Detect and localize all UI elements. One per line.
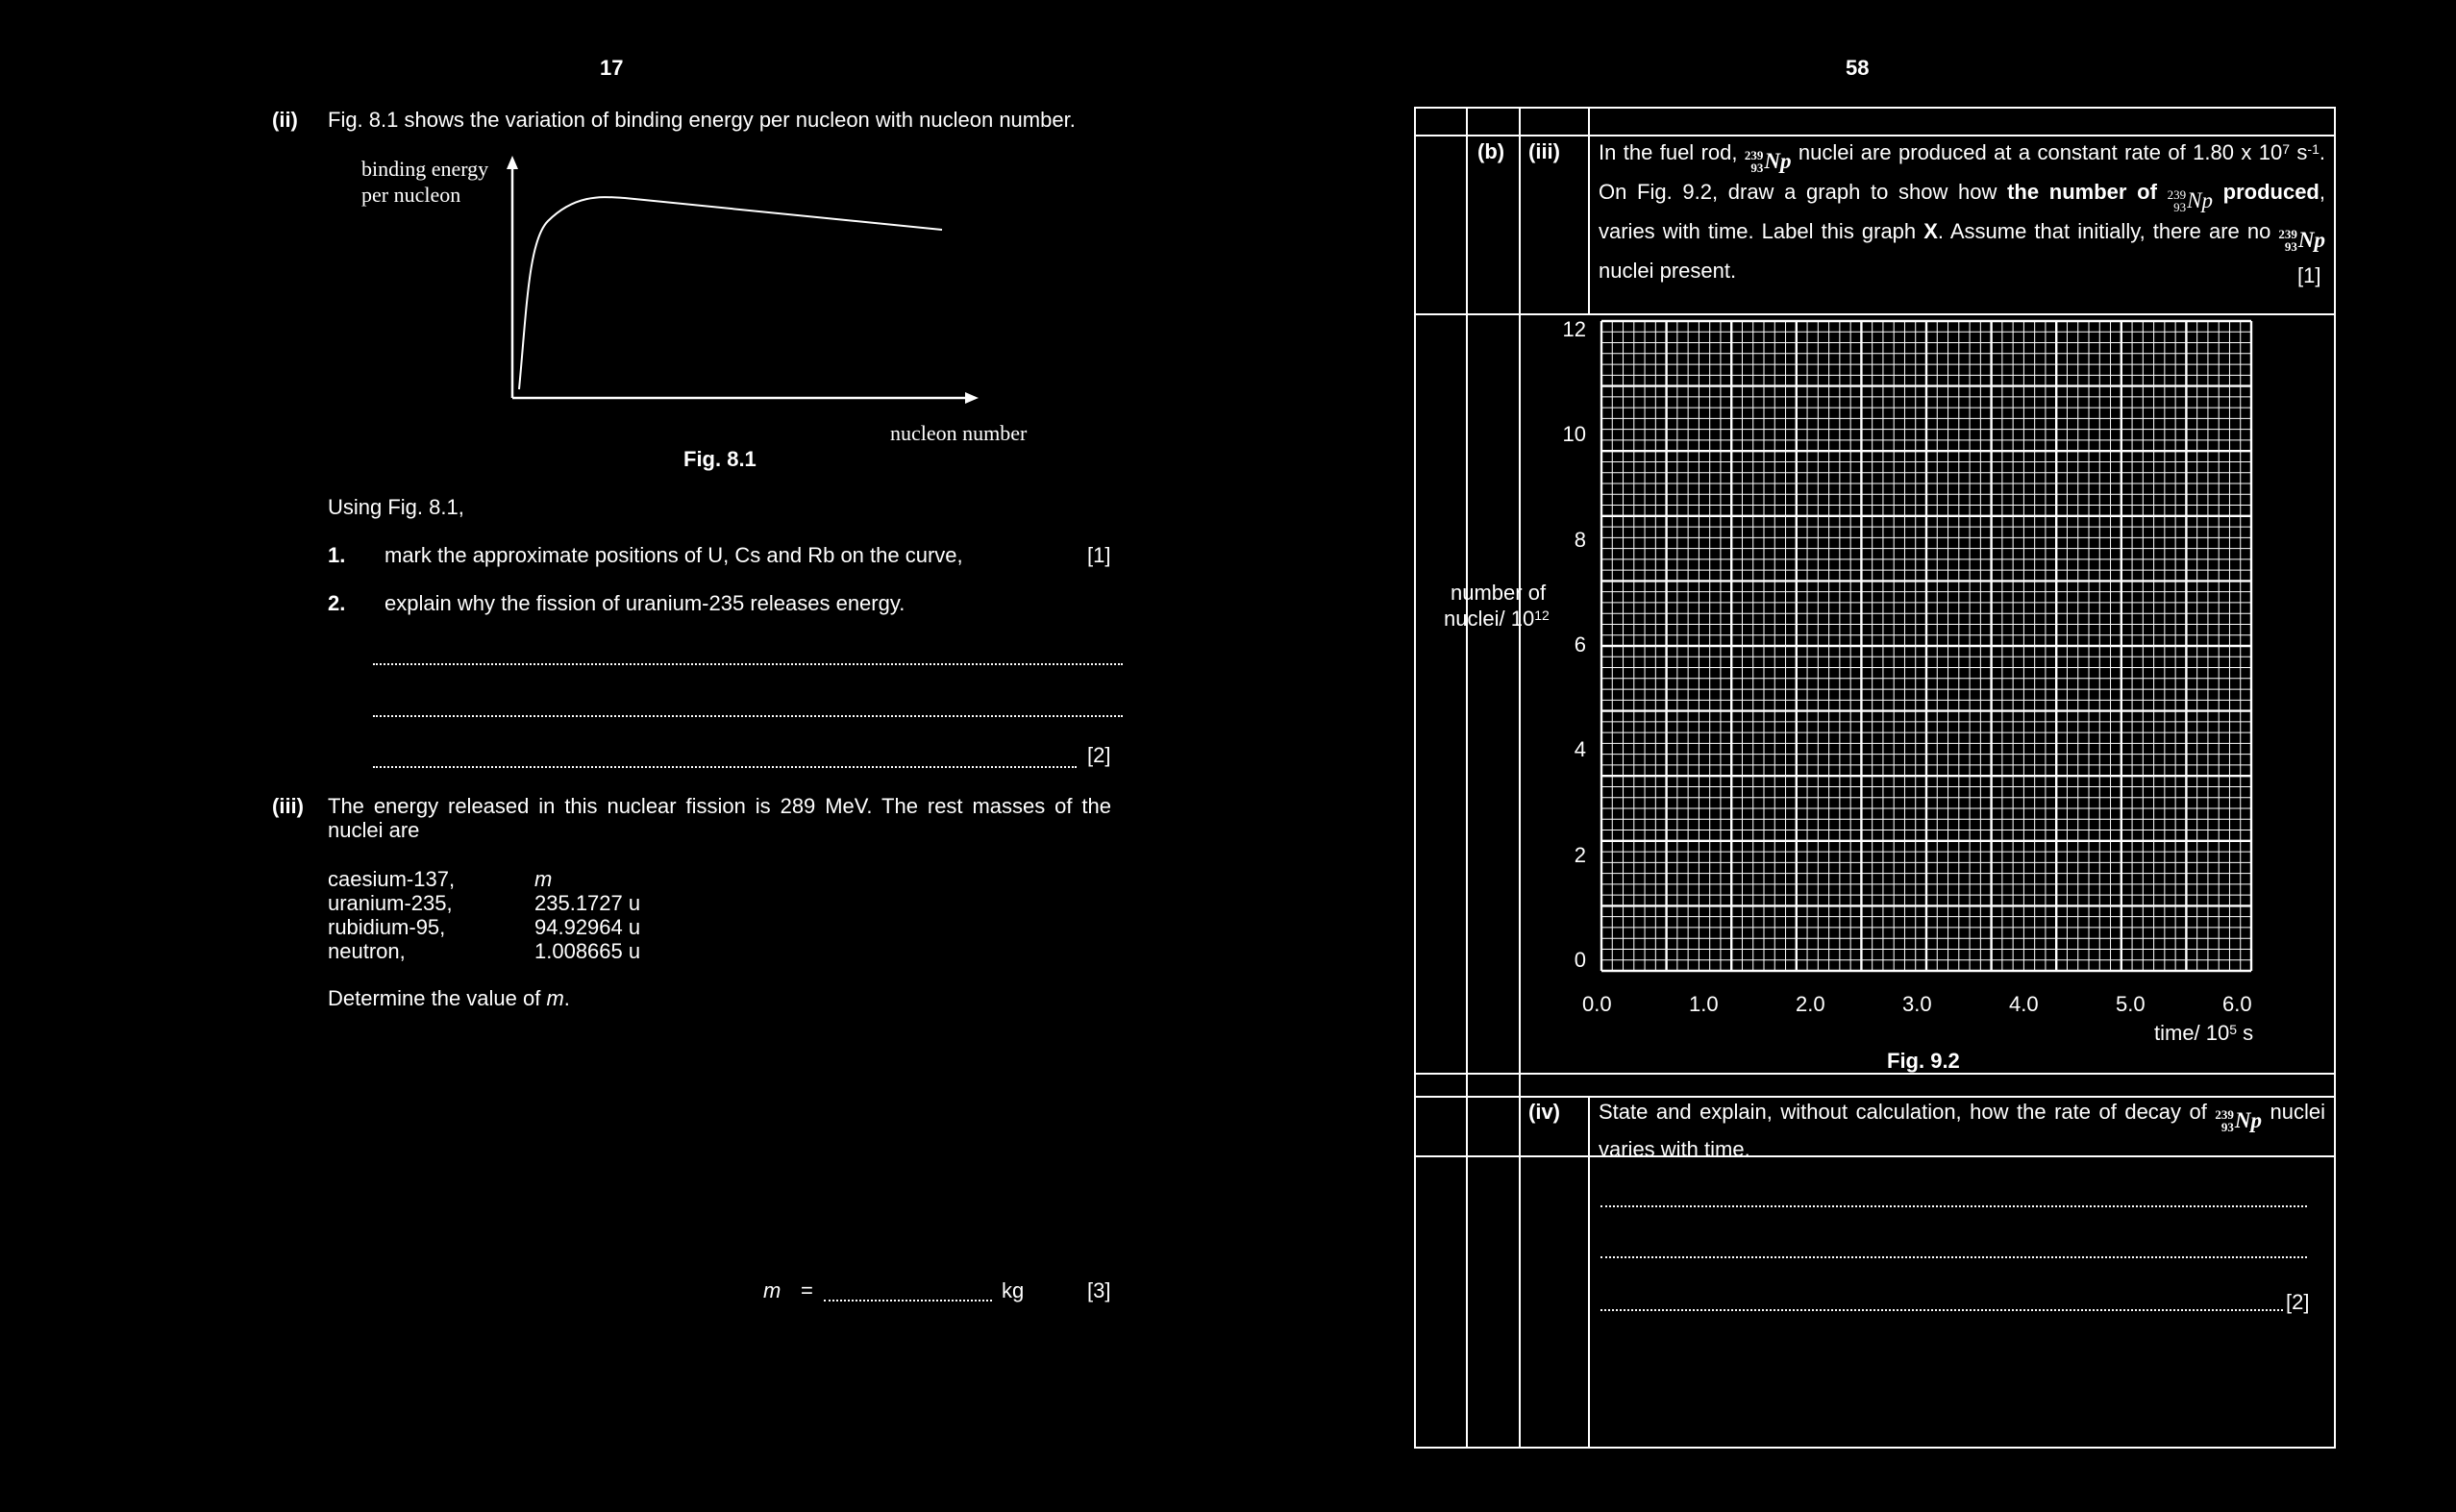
iii-t8: X bbox=[1923, 219, 1938, 243]
determine-text: Determine the value of m. bbox=[328, 986, 570, 1011]
fig81-y-label-1: binding energy bbox=[361, 157, 489, 181]
item-2-mark: [2] bbox=[1087, 743, 1111, 767]
iii-t2: nuclei are produced at a constant rate o… bbox=[1791, 140, 2283, 164]
iv-answer-line-3[interactable] bbox=[1600, 1309, 2283, 1311]
fig81-x-label: nucleon number bbox=[890, 421, 1028, 445]
iii-t3-exp: -1 bbox=[2307, 141, 2320, 157]
x-tick-label: 6.0 bbox=[2222, 992, 2252, 1016]
iv-answer-line-2[interactable] bbox=[1600, 1256, 2307, 1258]
fig92-caption: Fig. 9.2 bbox=[1887, 1049, 1960, 1073]
page-number-left: 17 bbox=[600, 56, 624, 80]
x-tick-label: 5.0 bbox=[2116, 992, 2146, 1016]
np-nuclide-4: 239 93 Np bbox=[2215, 1107, 2263, 1134]
part-iv-mark: [2] bbox=[2286, 1290, 2310, 1314]
y-tick-label: 6 bbox=[1574, 632, 1586, 657]
fig92-y-label-2: nuclei/ 1012 bbox=[1444, 607, 1550, 631]
fig81-curve bbox=[518, 196, 943, 390]
iii-t9: . Assume that initially, there are no bbox=[1937, 219, 2279, 243]
np-nuclide-1: 239 93 Np bbox=[1744, 148, 1792, 175]
fig92-y-label-1: number of bbox=[1451, 581, 1547, 605]
mass-value-neutron: 1.008665 u bbox=[534, 939, 641, 963]
x-tick-label: 0.0 bbox=[1582, 992, 1612, 1016]
x-tick-label: 3.0 bbox=[1902, 992, 1932, 1016]
mass-value-caesium: m bbox=[534, 867, 553, 891]
mass-name-neutron: neutron, bbox=[328, 939, 406, 963]
determine-text-1: Determine the value of bbox=[328, 986, 547, 1010]
iii-t10: nuclei present. bbox=[1599, 259, 1737, 283]
item-1-text: mark the approximate positions of U, Cs … bbox=[385, 543, 963, 567]
using-fig-text: Using Fig. 8.1, bbox=[328, 495, 464, 519]
mass-value-uranium: 235.1727 u bbox=[534, 891, 641, 915]
part-iv-text: State and explain, without calculation, … bbox=[1599, 1098, 2325, 1164]
m-answer-line[interactable] bbox=[824, 1300, 992, 1301]
part-b-label: (b) bbox=[1477, 139, 1505, 163]
np-nuclide-2: 239 93 Np bbox=[2167, 187, 2213, 214]
x-tick-label: 2.0 bbox=[1796, 992, 1825, 1016]
question-label-iii: (iii) bbox=[272, 794, 304, 818]
y-tick-label: 2 bbox=[1574, 842, 1586, 867]
iv-t1: State and explain, without calculation, … bbox=[1599, 1100, 2216, 1124]
iii-t2-exp: 7 bbox=[2282, 141, 2291, 157]
fig81-y-label-2: per nucleon bbox=[361, 183, 461, 207]
fig81-caption: Fig. 8.1 bbox=[683, 447, 757, 471]
part-iii-text: In the fuel rod, 239 93 Np nuclei are prod… bbox=[1599, 137, 2325, 286]
fig81-graph bbox=[507, 156, 979, 404]
y-tick-label: 0 bbox=[1574, 948, 1586, 972]
y-tick-label: 10 bbox=[1562, 422, 1586, 447]
question-label-ii: (ii) bbox=[272, 108, 298, 132]
mass-value-rubidium: 94.92964 u bbox=[534, 915, 641, 939]
part-iii-label: (iii) bbox=[1528, 139, 1560, 163]
fig92-x-label: time/ 105 s bbox=[2154, 1021, 2254, 1045]
mass-name-rubidium: rubidium-95, bbox=[328, 915, 446, 939]
x-tick-label: 4.0 bbox=[2009, 992, 2039, 1016]
answer-unit: kg bbox=[1002, 1278, 1025, 1302]
fig92-graph-grid[interactable] bbox=[1596, 317, 2259, 980]
determine-text-2: . bbox=[563, 986, 570, 1010]
answer-line-3[interactable] bbox=[373, 766, 1077, 768]
x-tick-label: 1.0 bbox=[1689, 992, 1719, 1016]
determine-var: m bbox=[546, 986, 564, 1010]
answer-line-2[interactable] bbox=[373, 715, 1123, 717]
iii-t6: produced bbox=[2222, 180, 2320, 204]
y-tick-label: 12 bbox=[1562, 317, 1586, 341]
np-nuclide-3: 239 93 Np bbox=[2278, 227, 2325, 254]
answer-var-m: m bbox=[763, 1278, 781, 1302]
iii-t5: the number of bbox=[2007, 180, 2157, 204]
part-iv-label: (iv) bbox=[1528, 1100, 1560, 1124]
mass-name-uranium: uranium-235, bbox=[328, 891, 453, 915]
answer-equals: = bbox=[801, 1278, 813, 1302]
fig81-x-arrow bbox=[965, 392, 979, 404]
y-tick-label: 4 bbox=[1574, 737, 1586, 762]
question-ii-text: Fig. 8.1 shows the variation of binding … bbox=[328, 108, 1076, 132]
part-iii-mark: [1] bbox=[2297, 263, 2321, 287]
iii-t1: In the fuel rod, bbox=[1599, 140, 1745, 164]
answer-mark: [3] bbox=[1087, 1278, 1111, 1302]
y-tick-label: 8 bbox=[1574, 527, 1586, 552]
mass-name-caesium: caesium-137, bbox=[328, 867, 456, 891]
question-iii-text: The energy released in this nuclear fiss… bbox=[328, 794, 1111, 842]
iv-answer-line-1[interactable] bbox=[1600, 1205, 2307, 1207]
item-1-number: 1. bbox=[328, 543, 346, 567]
page-number-right: 58 bbox=[1846, 56, 1870, 80]
item-1-mark: [1] bbox=[1087, 543, 1111, 567]
fig81-y-arrow bbox=[507, 156, 518, 169]
item-2-number: 2. bbox=[328, 591, 346, 615]
item-2-text: explain why the fission of uranium-235 r… bbox=[385, 591, 905, 615]
answer-line-1[interactable] bbox=[373, 663, 1123, 665]
iii-t3: s bbox=[2290, 140, 2308, 164]
